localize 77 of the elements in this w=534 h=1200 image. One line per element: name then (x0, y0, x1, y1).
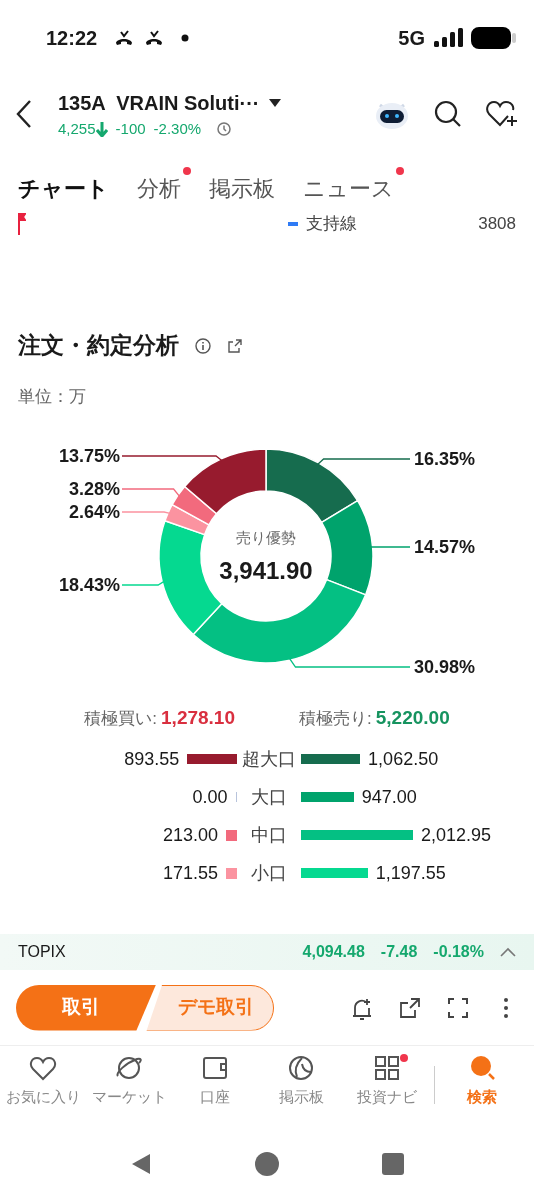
leader-line (121, 511, 171, 515)
share-icon[interactable] (398, 995, 422, 1020)
summary-label: 積極買い: (84, 707, 158, 730)
favorite-add-icon[interactable] (486, 100, 520, 128)
center-label: 売り優勢 (236, 529, 296, 546)
chevron-up-icon[interactable] (500, 947, 516, 957)
home-nav-icon[interactable] (254, 1151, 280, 1177)
tab[interactable]: 分析 (137, 175, 181, 204)
legend-value: 3808 (478, 213, 516, 236)
sell-value: 1,197.55 (375, 861, 446, 885)
ticker-value: 4,094.48 (302, 942, 365, 962)
leader-line (121, 488, 181, 498)
battery-icon (471, 27, 516, 49)
nav-item[interactable]: マーケット (86, 1054, 172, 1109)
search-icon[interactable] (434, 100, 462, 128)
size-label: 超大口 (241, 747, 297, 771)
summary-value: 1,278.10 (161, 705, 235, 730)
price-change: -100 (115, 118, 146, 139)
percent-label: 2.64% (68, 502, 120, 522)
info-icon[interactable] (195, 338, 211, 354)
recents-nav-icon[interactable] (380, 1151, 406, 1177)
share-icon[interactable] (227, 338, 243, 354)
ticker-name: TOPIX (18, 942, 66, 962)
percent-label: 14.57% (414, 537, 476, 557)
nav-item[interactable]: お気に入り (0, 1054, 86, 1109)
percent-label: 3.28% (68, 479, 120, 499)
flag-icon (18, 213, 26, 235)
tab[interactable]: チャート (18, 175, 109, 204)
nav-item[interactable]: 検索 (439, 1054, 525, 1109)
section-title: 注文・約定分析 (18, 332, 179, 360)
ticker-change-percent: -0.18% (433, 942, 484, 962)
down-arrow-icon (95, 121, 108, 137)
network-type: 5G (398, 26, 425, 51)
planet-icon (115, 1054, 143, 1082)
heart-icon (29, 1054, 57, 1082)
sell-value: 1,062.50 (368, 747, 439, 771)
tab[interactable]: ニュース (303, 175, 394, 204)
buy-value: 893.55 (124, 747, 180, 771)
nav-item[interactable]: 投資ナビ (344, 1054, 430, 1109)
price-change-percent: -2.30% (153, 118, 202, 139)
buy-value: 0.00 (192, 785, 228, 809)
legend-label: 支持線 (306, 213, 357, 236)
size-label: 中口 (250, 823, 288, 847)
status-time: 12:22 (46, 26, 98, 51)
leader-line (369, 546, 411, 548)
back-button[interactable] (14, 99, 34, 129)
sell-value: 2,012.95 (421, 823, 492, 847)
ticker-change: -7.48 (380, 942, 418, 962)
size-label: 大口 (250, 785, 288, 809)
sell-value: 947.00 (361, 785, 417, 809)
buy-value: 171.55 (162, 861, 218, 885)
summary-label: 積極売り: (299, 707, 372, 730)
unit-label: 単位：万 (17, 386, 87, 408)
clock-icon (217, 122, 232, 136)
buy-value: 213.00 (162, 823, 218, 847)
wallet-icon (201, 1054, 229, 1082)
percent-label: 30.98% (414, 657, 476, 677)
search-icon (468, 1054, 496, 1082)
center-value: 3,941.90 (219, 557, 313, 584)
summary-value: 5,220.00 (375, 705, 450, 730)
trade-button[interactable]: 取引 (16, 984, 156, 1031)
stock-title[interactable]: 135A VRAIN Soluti··· (58, 87, 260, 118)
tab[interactable]: 掲示板 (209, 175, 275, 204)
percent-label: 16.35% (414, 449, 476, 469)
fullscreen-icon[interactable] (446, 995, 470, 1020)
notification-dot-icon (181, 34, 190, 42)
grid-icon (373, 1054, 401, 1082)
leader-line (121, 580, 165, 586)
board-icon (287, 1054, 315, 1082)
size-label: 小口 (250, 861, 288, 885)
caret-icon[interactable] (267, 97, 282, 108)
percent-label: 18.43% (58, 575, 120, 595)
nav-item[interactable]: 口座 (172, 1054, 258, 1109)
signal-icon (433, 28, 463, 48)
percent-label: 13.75% (58, 446, 120, 466)
stock-price: 4,255 (58, 118, 96, 139)
nav-item[interactable]: 掲示板 (258, 1054, 344, 1109)
